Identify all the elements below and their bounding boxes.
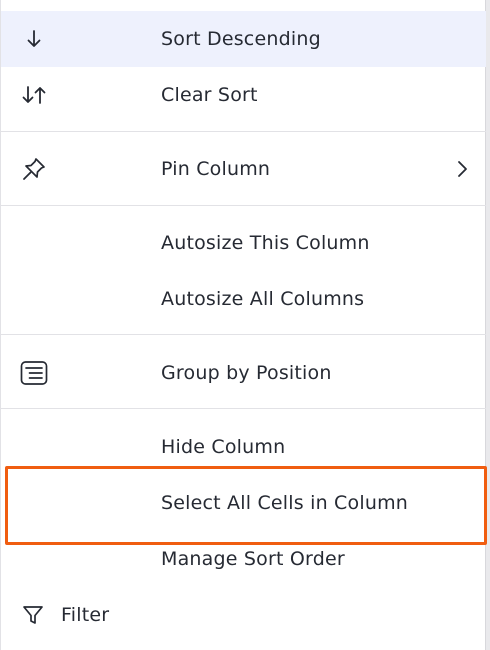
menu-item-label: Pin Column (161, 158, 271, 180)
menu-item-select-all-cells-in-column[interactable]: Select All Cells in Column (1, 475, 486, 531)
menu-item-pin-column[interactable]: Pin Column (1, 141, 486, 197)
menu-item-group-by-position[interactable]: Group by Position (1, 345, 486, 401)
menu-item-label: Autosize All Columns (161, 288, 365, 310)
menu-item-label: Select All Cells in Column (161, 492, 409, 514)
filter-icon (19, 601, 47, 629)
menu-item-manage-sort-order[interactable]: Manage Sort Order (1, 531, 486, 587)
column-context-menu: Sort Descending Clear Sort Pin Column Au… (0, 0, 486, 650)
menu-separator (1, 334, 486, 335)
menu-item-sort-descending[interactable]: Sort Descending (1, 11, 486, 67)
menu-item-label: Hide Column (161, 436, 286, 458)
chevron-right-icon (454, 159, 470, 179)
menu-item-label: Filter (61, 604, 110, 626)
menu-separator (1, 131, 486, 132)
menu-item-label: Sort Descending (161, 28, 321, 50)
menu-item-label: Group by Position (161, 362, 332, 384)
menu-item-label: Clear Sort (161, 84, 258, 106)
menu-item-label: Autosize This Column (161, 232, 370, 254)
menu-item-clear-sort[interactable]: Clear Sort (1, 67, 486, 123)
menu-item-label: Manage Sort Order (161, 548, 345, 570)
menu-separator (1, 408, 486, 409)
menu-separator (1, 205, 486, 206)
pin-icon (20, 155, 48, 183)
page: Sort Descending Clear Sort Pin Column Au… (0, 0, 490, 650)
menu-item-hide-column[interactable]: Hide Column (1, 419, 486, 475)
menu-item-autosize-this-column[interactable]: Autosize This Column (1, 215, 486, 271)
menu-item-autosize-all-columns[interactable]: Autosize All Columns (1, 271, 486, 327)
menu-item-filter[interactable]: Filter (1, 587, 486, 643)
sort-arrows-icon (20, 81, 48, 109)
arrow-down-icon (20, 25, 48, 53)
group-icon (20, 359, 48, 387)
